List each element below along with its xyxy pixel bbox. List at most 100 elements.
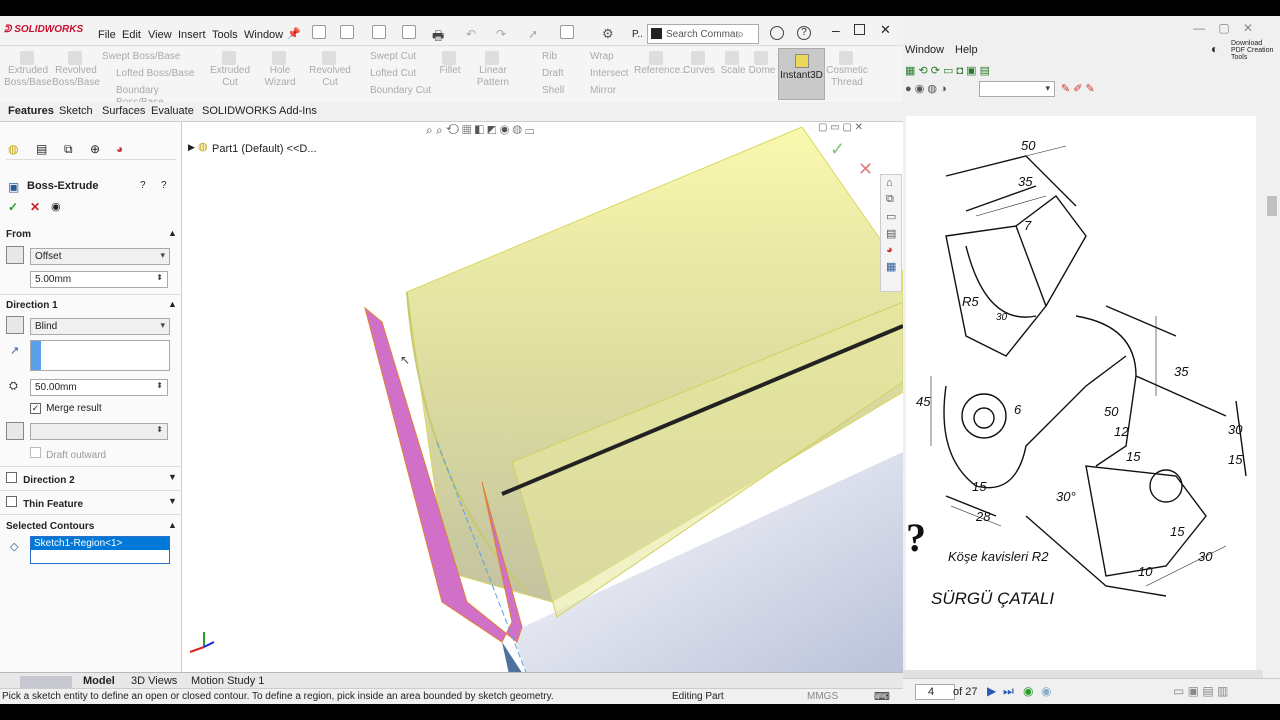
menu-window[interactable]: Window — [244, 29, 283, 41]
direction1-section[interactable]: Direction 1 — [6, 300, 58, 311]
contours-list[interactable]: Sketch1-Region<1> — [30, 536, 170, 564]
window-controls[interactable]: — ▢ ✕ — [1193, 21, 1253, 35]
revolved-boss-button[interactable]: Revolved Boss/Base — [52, 51, 100, 89]
view-palette-icon[interactable]: ▤ — [886, 227, 896, 240]
draft-angle-input[interactable]: ⬍ — [30, 423, 168, 440]
viewport-controls[interactable]: ▢ ▭ ▢ ✕ — [818, 122, 863, 133]
fillet-button[interactable]: Fillet — [436, 51, 464, 77]
status-options-icon[interactable]: ⌨ — [874, 690, 890, 703]
selected-contours-section[interactable]: Selected Contours — [6, 521, 94, 532]
pdf-scrollbar[interactable] — [1265, 116, 1280, 676]
menu-view[interactable]: View — [148, 29, 172, 41]
from-direction-icon[interactable] — [6, 246, 24, 264]
tab-evaluate[interactable]: Evaluate — [145, 105, 200, 117]
resources-icon[interactable]: ⧉ — [886, 193, 896, 206]
pm-help-icon[interactable]: ? — [140, 180, 146, 191]
view-mode-icons[interactable]: ▭ ▣ ▤ ▥ — [1173, 684, 1228, 698]
offset-input[interactable]: 5.00mm ⬍ — [30, 271, 168, 288]
chevron-up-icon[interactable]: ▲ — [168, 520, 177, 530]
contour-item[interactable]: Sketch1-Region<1> — [31, 537, 169, 550]
gear-icon[interactable]: ⚙ — [602, 26, 614, 42]
maximize-button[interactable] — [854, 24, 865, 35]
new-icon[interactable] — [312, 25, 326, 39]
minimize-button[interactable]: – — [832, 22, 840, 38]
back-icon[interactable]: ◉ — [1023, 684, 1033, 698]
direction-selection-box[interactable] — [30, 340, 170, 371]
properties-icon[interactable]: ▦ — [886, 260, 896, 273]
from-select[interactable]: Offset ▾ — [30, 248, 170, 265]
appearance-pane-icon[interactable]: ◕ — [886, 244, 896, 256]
menu-insert[interactable]: Insert — [178, 29, 206, 41]
preview-eye-icon[interactable]: ◉ — [51, 200, 61, 213]
zoom-select[interactable]: ▾ — [979, 81, 1055, 97]
scale-button[interactable]: Scale — [720, 51, 746, 77]
lofted-boss-button[interactable]: Lofted Boss/Base — [102, 68, 202, 80]
print-icon[interactable]: 🖶 — [432, 27, 444, 49]
select-icon[interactable]: ➚ — [528, 27, 538, 41]
search-icon[interactable]: ⌕ — [737, 27, 744, 42]
feature-manager-icon[interactable]: ◍ — [8, 142, 18, 156]
save-as-icon[interactable] — [402, 25, 416, 39]
horizontal-scrollbar[interactable] — [903, 670, 1263, 678]
reverse-direction-icon[interactable] — [6, 316, 24, 334]
cancel-icon[interactable]: ✕ — [30, 200, 40, 214]
tab-features[interactable]: Features — [2, 105, 60, 117]
linear-pattern-button[interactable]: Linear Pattern — [464, 51, 522, 89]
lofted-cut-button[interactable]: Lofted Cut — [356, 68, 432, 80]
dimxpert-icon[interactable]: ⊕ — [90, 142, 100, 156]
merge-result-checkbox[interactable]: ✓ Merge result — [30, 402, 102, 414]
graphics-area[interactable]: ▶ ◍ Part1 (Default) <<D... ⌕ ⌕ ⟲ ▦ ◧ ◩ ◉… — [182, 122, 903, 688]
next-page-icon[interactable]: ▶ — [987, 684, 996, 698]
save-icon[interactable] — [372, 25, 386, 39]
swept-boss-button[interactable]: Swept Boss/Base — [102, 51, 202, 63]
rib-button[interactable]: Rib — [528, 51, 568, 63]
tree-expand-icon[interactable]: ▶ — [188, 142, 195, 153]
chevron-down-icon[interactable]: ▼ — [168, 496, 177, 506]
thin-feature-section[interactable]: Thin Feature — [6, 496, 83, 510]
tab-model[interactable]: Model — [83, 675, 115, 687]
property-manager-icon[interactable]: ▤ — [36, 142, 47, 156]
redo-icon[interactable]: ↷ — [496, 27, 506, 41]
tab-surfaces[interactable]: Surfaces — [96, 105, 151, 117]
appearance-icon[interactable]: ◕ — [116, 142, 123, 156]
extruded-boss-button[interactable]: Extruded Boss/Base — [4, 51, 52, 89]
chevron-down-icon[interactable]: ▼ — [168, 472, 177, 482]
confirm-corner-ok[interactable]: ✓ — [830, 139, 845, 160]
heads-up-toolbar[interactable]: ⌕ ⌕ ⟲ ▦ ◧ ◩ ◉ ◍ ▭ — [426, 123, 534, 138]
search-input[interactable]: Search Commar ⌕ — [647, 24, 759, 44]
undo-icon[interactable]: ↶ — [466, 27, 476, 41]
instant3d-button[interactable]: Instant3D — [778, 48, 825, 100]
cosmetic-thread-button[interactable]: Cosmetic Thread — [826, 51, 868, 89]
folder-icon[interactable]: ▭ — [886, 210, 896, 223]
reference-geometry-button[interactable]: Reference... — [634, 51, 688, 77]
swept-cut-button[interactable]: Swept Cut — [356, 51, 432, 63]
revolved-cut-button[interactable]: Revolved Cut — [308, 51, 352, 89]
wrap-button[interactable]: Wrap — [576, 51, 630, 63]
tab-scroll-arrows[interactable] — [20, 676, 72, 688]
menu-tools[interactable]: Tools — [212, 29, 238, 41]
forward-icon[interactable]: ◉ — [1041, 684, 1051, 698]
tree-part-label[interactable]: Part1 (Default) <<D... — [212, 143, 317, 155]
pm-details-icon[interactable]: ? — [161, 180, 167, 191]
hole-wizard-button[interactable]: Hole Wizard — [254, 51, 306, 89]
user-icon[interactable] — [770, 26, 784, 40]
pdf-toolbar-3[interactable]: ✎ ✐ ✎ — [1061, 82, 1095, 95]
curves-button[interactable]: Curves — [682, 51, 716, 77]
tab-sketch[interactable]: Sketch — [53, 105, 99, 117]
extruded-cut-button[interactable]: Extruded Cut — [208, 51, 252, 89]
configuration-icon[interactable]: ⧉ — [64, 142, 73, 157]
ok-icon[interactable]: ✓ — [8, 200, 18, 214]
confirm-corner-cancel[interactable]: ✕ — [858, 159, 873, 180]
page-number-input[interactable]: 4 — [915, 684, 955, 700]
direction2-section[interactable]: Direction 2 — [6, 472, 75, 486]
rebuild-icon[interactable] — [560, 25, 574, 39]
menu-edit[interactable]: Edit — [122, 29, 141, 41]
download-pdf-tools[interactable]: ◐ Download PDF Creation Tools — [1211, 40, 1277, 61]
from-section[interactable]: From — [6, 229, 31, 240]
chevron-up-icon[interactable]: ▲ — [168, 228, 177, 238]
help-icon[interactable]: ? — [797, 26, 811, 40]
draft-outward-checkbox[interactable]: Draft outward — [30, 447, 106, 461]
shell-button[interactable]: Shell — [528, 85, 568, 97]
end-condition-select[interactable]: Blind ▾ — [30, 318, 170, 335]
pdf-toolbar-1[interactable]: ▦ ⟲ ⟳ ▭ ◘ ▣ ▤ — [905, 64, 1135, 82]
